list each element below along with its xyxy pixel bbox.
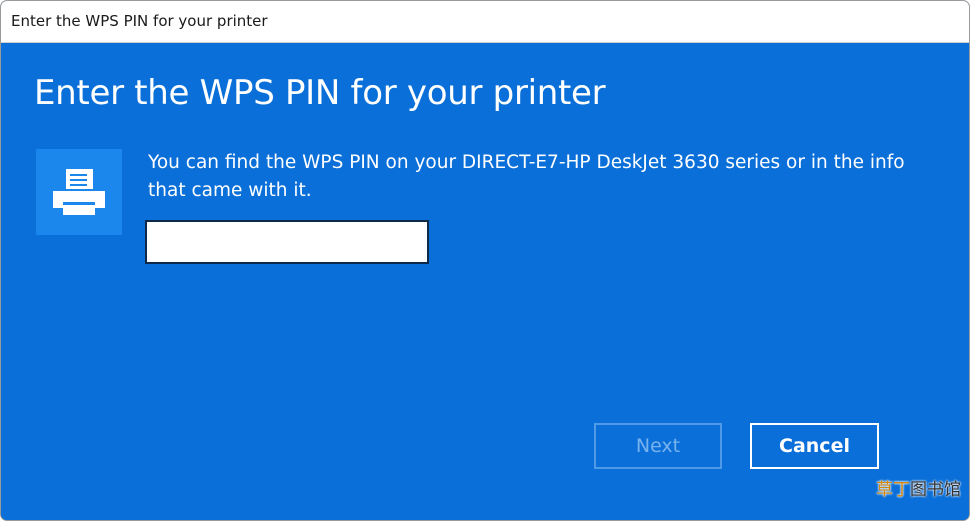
printer-icon <box>53 169 105 215</box>
window-title: Enter the WPS PIN for your printer <box>11 12 268 30</box>
title-bar[interactable]: Enter the WPS PIN for your printer <box>1 1 969 43</box>
printer-icon-tile <box>36 149 122 235</box>
watermark: 草丁图书馆 <box>876 475 961 500</box>
cancel-button[interactable]: Cancel <box>750 423 879 469</box>
next-button[interactable]: Next <box>594 423 722 469</box>
instructions-text: You can find the WPS PIN on your DIRECT-… <box>148 152 905 201</box>
page-title: Enter the WPS PIN for your printer <box>34 73 606 113</box>
dialog-content: Enter the WPS PIN for your printer You c… <box>1 43 969 520</box>
wps-pin-input[interactable] <box>145 220 429 264</box>
watermark-part-1: 草丁 <box>876 480 910 500</box>
wps-pin-dialog-window: Enter the WPS PIN for your printer Enter… <box>0 0 970 521</box>
watermark-part-2: 图书馆 <box>910 480 961 500</box>
